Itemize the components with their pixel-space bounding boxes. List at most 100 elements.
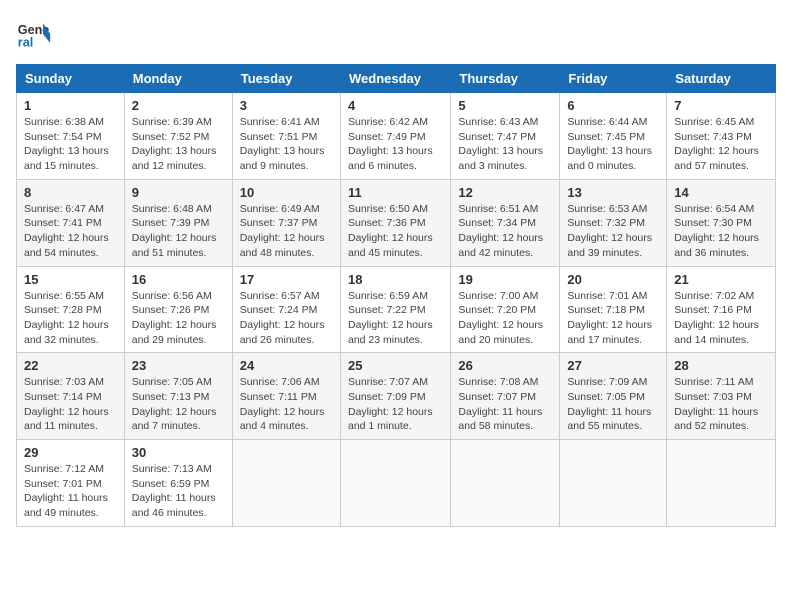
calendar-cell: 7 Sunrise: 6:45 AMSunset: 7:43 PMDayligh… (667, 93, 776, 180)
calendar-week-2: 8 Sunrise: 6:47 AMSunset: 7:41 PMDayligh… (17, 179, 776, 266)
day-info: Sunrise: 7:09 AMSunset: 7:05 PMDaylight:… (567, 375, 659, 434)
day-number: 8 (24, 185, 117, 200)
calendar-cell: 16 Sunrise: 6:56 AMSunset: 7:26 PMDaylig… (124, 266, 232, 353)
day-number: 27 (567, 358, 659, 373)
calendar-cell: 24 Sunrise: 7:06 AMSunset: 7:11 PMDaylig… (232, 353, 340, 440)
day-info: Sunrise: 7:05 AMSunset: 7:13 PMDaylight:… (132, 375, 225, 434)
calendar-cell: 4 Sunrise: 6:42 AMSunset: 7:49 PMDayligh… (340, 93, 450, 180)
day-info: Sunrise: 6:49 AMSunset: 7:37 PMDaylight:… (240, 202, 333, 261)
day-number: 18 (348, 272, 443, 287)
calendar-cell: 29 Sunrise: 7:12 AMSunset: 7:01 PMDaylig… (17, 440, 125, 527)
day-number: 25 (348, 358, 443, 373)
day-number: 9 (132, 185, 225, 200)
calendar-cell: 5 Sunrise: 6:43 AMSunset: 7:47 PMDayligh… (451, 93, 560, 180)
calendar-cell: 17 Sunrise: 6:57 AMSunset: 7:24 PMDaylig… (232, 266, 340, 353)
day-number: 11 (348, 185, 443, 200)
day-number: 23 (132, 358, 225, 373)
day-info: Sunrise: 7:02 AMSunset: 7:16 PMDaylight:… (674, 289, 768, 348)
day-number: 2 (132, 98, 225, 113)
weekday-header-sunday: Sunday (17, 65, 125, 93)
page-header: Gene ral (16, 16, 776, 52)
calendar-header-row: SundayMondayTuesdayWednesdayThursdayFrid… (17, 65, 776, 93)
calendar-cell: 9 Sunrise: 6:48 AMSunset: 7:39 PMDayligh… (124, 179, 232, 266)
day-number: 17 (240, 272, 333, 287)
calendar-cell: 20 Sunrise: 7:01 AMSunset: 7:18 PMDaylig… (560, 266, 667, 353)
svg-text:ral: ral (18, 36, 33, 50)
day-number: 3 (240, 98, 333, 113)
day-number: 13 (567, 185, 659, 200)
calendar-cell (667, 440, 776, 527)
day-info: Sunrise: 6:50 AMSunset: 7:36 PMDaylight:… (348, 202, 443, 261)
day-info: Sunrise: 6:55 AMSunset: 7:28 PMDaylight:… (24, 289, 117, 348)
day-info: Sunrise: 6:59 AMSunset: 7:22 PMDaylight:… (348, 289, 443, 348)
calendar-cell: 1 Sunrise: 6:38 AMSunset: 7:54 PMDayligh… (17, 93, 125, 180)
calendar-cell (451, 440, 560, 527)
day-number: 22 (24, 358, 117, 373)
day-number: 19 (458, 272, 552, 287)
calendar-week-1: 1 Sunrise: 6:38 AMSunset: 7:54 PMDayligh… (17, 93, 776, 180)
calendar-cell: 3 Sunrise: 6:41 AMSunset: 7:51 PMDayligh… (232, 93, 340, 180)
day-number: 6 (567, 98, 659, 113)
day-info: Sunrise: 6:39 AMSunset: 7:52 PMDaylight:… (132, 115, 225, 174)
calendar-cell: 26 Sunrise: 7:08 AMSunset: 7:07 PMDaylig… (451, 353, 560, 440)
day-info: Sunrise: 7:08 AMSunset: 7:07 PMDaylight:… (458, 375, 552, 434)
day-number: 12 (458, 185, 552, 200)
day-number: 16 (132, 272, 225, 287)
calendar-cell: 27 Sunrise: 7:09 AMSunset: 7:05 PMDaylig… (560, 353, 667, 440)
day-info: Sunrise: 6:53 AMSunset: 7:32 PMDaylight:… (567, 202, 659, 261)
day-info: Sunrise: 6:56 AMSunset: 7:26 PMDaylight:… (132, 289, 225, 348)
weekday-header-tuesday: Tuesday (232, 65, 340, 93)
day-number: 29 (24, 445, 117, 460)
day-number: 4 (348, 98, 443, 113)
day-number: 5 (458, 98, 552, 113)
day-number: 15 (24, 272, 117, 287)
logo-icon: Gene ral (16, 16, 52, 52)
calendar-week-3: 15 Sunrise: 6:55 AMSunset: 7:28 PMDaylig… (17, 266, 776, 353)
day-info: Sunrise: 6:54 AMSunset: 7:30 PMDaylight:… (674, 202, 768, 261)
day-number: 14 (674, 185, 768, 200)
calendar-table: SundayMondayTuesdayWednesdayThursdayFrid… (16, 64, 776, 527)
day-info: Sunrise: 6:47 AMSunset: 7:41 PMDaylight:… (24, 202, 117, 261)
weekday-header-friday: Friday (560, 65, 667, 93)
day-info: Sunrise: 7:06 AMSunset: 7:11 PMDaylight:… (240, 375, 333, 434)
day-info: Sunrise: 7:07 AMSunset: 7:09 PMDaylight:… (348, 375, 443, 434)
calendar-cell: 14 Sunrise: 6:54 AMSunset: 7:30 PMDaylig… (667, 179, 776, 266)
calendar-cell: 28 Sunrise: 7:11 AMSunset: 7:03 PMDaylig… (667, 353, 776, 440)
day-number: 10 (240, 185, 333, 200)
calendar-cell: 23 Sunrise: 7:05 AMSunset: 7:13 PMDaylig… (124, 353, 232, 440)
day-info: Sunrise: 6:38 AMSunset: 7:54 PMDaylight:… (24, 115, 117, 174)
calendar-cell (340, 440, 450, 527)
calendar-cell: 25 Sunrise: 7:07 AMSunset: 7:09 PMDaylig… (340, 353, 450, 440)
day-info: Sunrise: 6:43 AMSunset: 7:47 PMDaylight:… (458, 115, 552, 174)
day-info: Sunrise: 7:01 AMSunset: 7:18 PMDaylight:… (567, 289, 659, 348)
day-number: 1 (24, 98, 117, 113)
day-info: Sunrise: 7:12 AMSunset: 7:01 PMDaylight:… (24, 462, 117, 521)
day-number: 21 (674, 272, 768, 287)
day-info: Sunrise: 6:45 AMSunset: 7:43 PMDaylight:… (674, 115, 768, 174)
calendar-body: 1 Sunrise: 6:38 AMSunset: 7:54 PMDayligh… (17, 93, 776, 527)
calendar-cell (560, 440, 667, 527)
calendar-cell: 19 Sunrise: 7:00 AMSunset: 7:20 PMDaylig… (451, 266, 560, 353)
day-info: Sunrise: 6:51 AMSunset: 7:34 PMDaylight:… (458, 202, 552, 261)
day-number: 30 (132, 445, 225, 460)
day-number: 20 (567, 272, 659, 287)
calendar-cell: 10 Sunrise: 6:49 AMSunset: 7:37 PMDaylig… (232, 179, 340, 266)
calendar-cell: 6 Sunrise: 6:44 AMSunset: 7:45 PMDayligh… (560, 93, 667, 180)
calendar-cell: 2 Sunrise: 6:39 AMSunset: 7:52 PMDayligh… (124, 93, 232, 180)
weekday-header-thursday: Thursday (451, 65, 560, 93)
day-info: Sunrise: 6:57 AMSunset: 7:24 PMDaylight:… (240, 289, 333, 348)
day-info: Sunrise: 6:41 AMSunset: 7:51 PMDaylight:… (240, 115, 333, 174)
day-info: Sunrise: 7:13 AMSunset: 6:59 PMDaylight:… (132, 462, 225, 521)
weekday-header-monday: Monday (124, 65, 232, 93)
logo: Gene ral (16, 16, 56, 52)
calendar-cell: 8 Sunrise: 6:47 AMSunset: 7:41 PMDayligh… (17, 179, 125, 266)
day-info: Sunrise: 6:48 AMSunset: 7:39 PMDaylight:… (132, 202, 225, 261)
calendar-cell: 21 Sunrise: 7:02 AMSunset: 7:16 PMDaylig… (667, 266, 776, 353)
weekday-header-wednesday: Wednesday (340, 65, 450, 93)
calendar-cell: 18 Sunrise: 6:59 AMSunset: 7:22 PMDaylig… (340, 266, 450, 353)
day-info: Sunrise: 6:44 AMSunset: 7:45 PMDaylight:… (567, 115, 659, 174)
calendar-cell: 12 Sunrise: 6:51 AMSunset: 7:34 PMDaylig… (451, 179, 560, 266)
calendar-week-4: 22 Sunrise: 7:03 AMSunset: 7:14 PMDaylig… (17, 353, 776, 440)
calendar-cell (232, 440, 340, 527)
day-info: Sunrise: 6:42 AMSunset: 7:49 PMDaylight:… (348, 115, 443, 174)
